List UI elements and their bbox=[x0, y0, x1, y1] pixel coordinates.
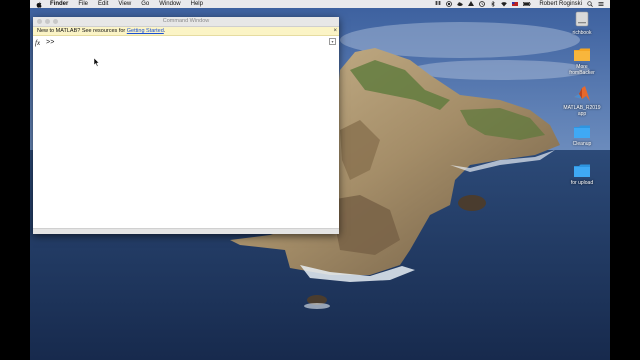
desktop-item-matlab-app[interactable]: MATLAB_R2019 app bbox=[557, 85, 607, 117]
apple-menu-icon[interactable] bbox=[36, 1, 42, 8]
drive-icon bbox=[575, 11, 589, 27]
command-area[interactable]: fx >> ▾ bbox=[33, 36, 339, 228]
record-icon[interactable] bbox=[446, 1, 453, 7]
desktop-item-for-upload[interactable]: for upload bbox=[557, 163, 607, 186]
getting-started-banner: New to MATLAB? See resources for Getting… bbox=[33, 27, 339, 36]
folder-icon bbox=[574, 125, 590, 138]
wifi-icon[interactable] bbox=[501, 1, 508, 7]
cloud-icon[interactable] bbox=[457, 1, 464, 7]
menu-go[interactable]: Go bbox=[141, 0, 149, 8]
menu-finder[interactable]: Finder bbox=[50, 0, 68, 8]
desktop-item-label: Cleanup bbox=[572, 141, 592, 147]
desktop-item-label: More fromBacker bbox=[569, 64, 595, 76]
desktop-item-richbook[interactable]: richbook bbox=[557, 10, 607, 36]
menu-window[interactable]: Window bbox=[159, 0, 180, 8]
command-prompt[interactable]: >> bbox=[46, 39, 54, 47]
folder-icon bbox=[574, 164, 590, 177]
menu-help[interactable]: Help bbox=[191, 0, 203, 8]
desktop-item-more-from-backer[interactable]: More fromBacker bbox=[557, 47, 607, 76]
dropbox-icon[interactable] bbox=[435, 1, 442, 7]
mouse-cursor-icon bbox=[94, 58, 100, 67]
matlab-app-icon bbox=[574, 86, 590, 101]
desktop-item-label: MATLAB_R2019 app bbox=[563, 105, 601, 117]
window-title: Command Window bbox=[162, 18, 210, 24]
status-bar bbox=[33, 228, 339, 234]
banner-end: . bbox=[163, 28, 166, 34]
battery-icon[interactable] bbox=[523, 1, 532, 7]
menu-file[interactable]: File bbox=[78, 0, 88, 8]
window-titlebar[interactable]: Command Window bbox=[33, 17, 339, 27]
desktop-item-cleanup[interactable]: Cleanup bbox=[557, 124, 607, 147]
search-icon[interactable] bbox=[587, 1, 593, 7]
menu-edit[interactable]: Edit bbox=[98, 0, 108, 8]
panel-options-icon[interactable]: ▾ bbox=[329, 38, 336, 45]
getting-started-link[interactable]: Getting Started bbox=[127, 28, 164, 34]
fx-icon[interactable]: fx bbox=[35, 39, 40, 47]
banner-text: New to MATLAB? See resources for bbox=[37, 28, 127, 34]
desktop: Finder File Edit View Go Window Help Rob… bbox=[30, 0, 610, 360]
bluetooth-icon[interactable] bbox=[490, 1, 496, 7]
menu-view[interactable]: View bbox=[118, 0, 131, 8]
user-name[interactable]: Robert Roginski bbox=[539, 0, 582, 8]
menu-bar: Finder File Edit View Go Window Help Rob… bbox=[30, 0, 610, 8]
flag-icon[interactable] bbox=[512, 1, 519, 7]
control-center-icon[interactable] bbox=[598, 1, 604, 7]
desktop-item-label: richbook bbox=[572, 30, 592, 36]
drive-status-icon[interactable] bbox=[468, 1, 475, 7]
folder-icon bbox=[574, 48, 590, 61]
time-machine-icon[interactable] bbox=[479, 1, 486, 7]
command-window: Command Window New to MATLAB? See resour… bbox=[33, 17, 339, 234]
desktop-item-label: for upload bbox=[570, 180, 594, 186]
banner-close-icon[interactable]: × bbox=[333, 27, 337, 35]
